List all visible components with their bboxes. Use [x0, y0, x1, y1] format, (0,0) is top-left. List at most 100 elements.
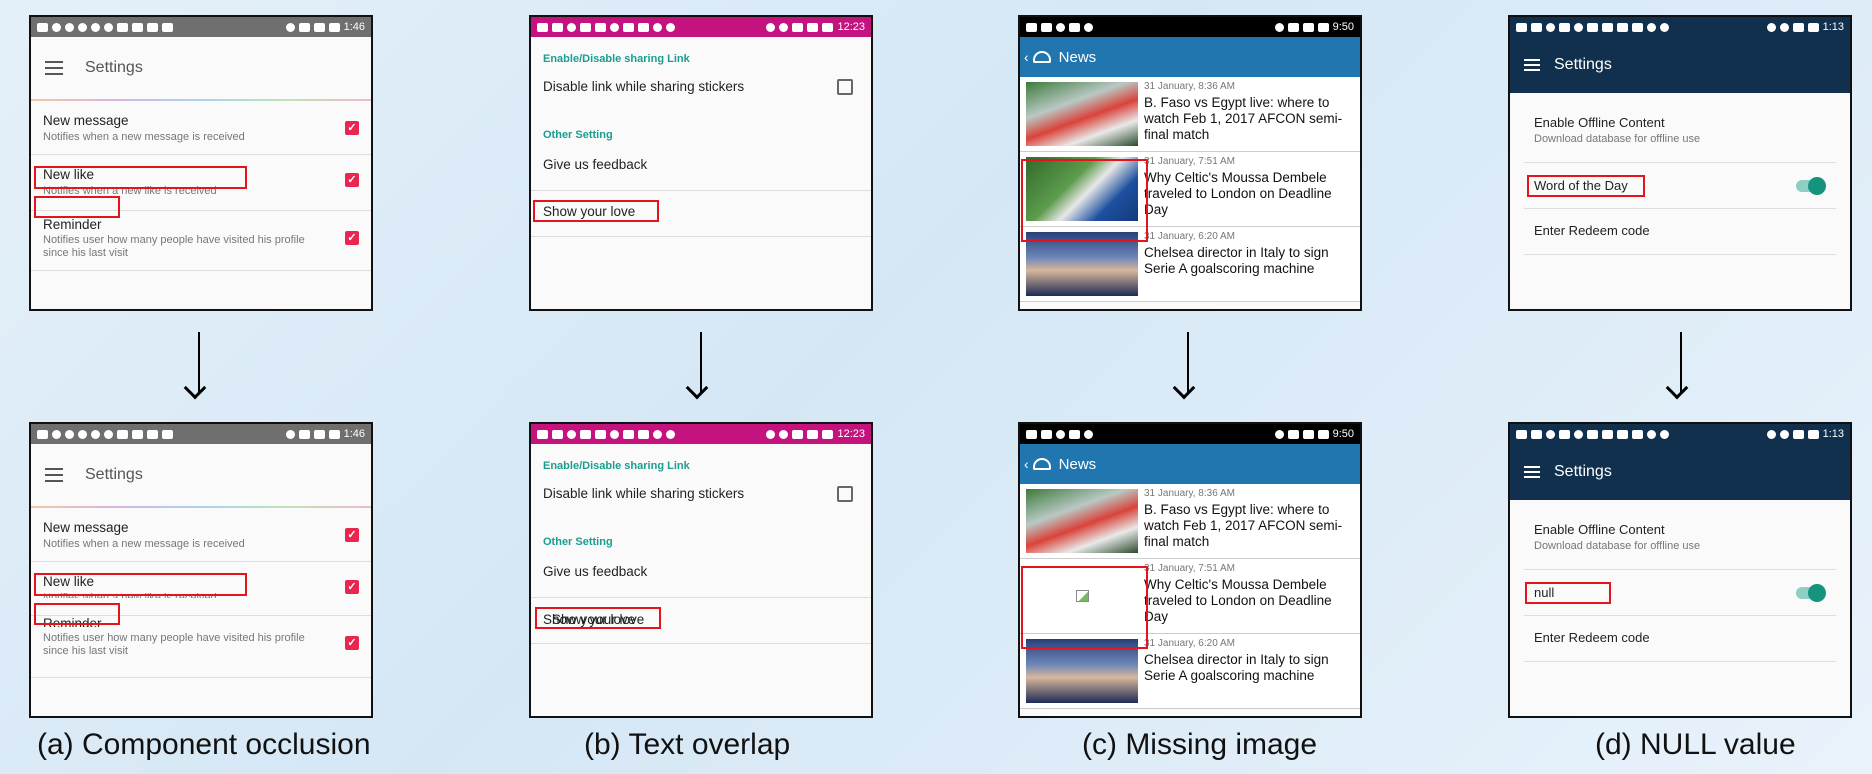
down-arrow-icon [1187, 332, 1189, 394]
setting-title: Give us feedback [543, 564, 648, 579]
screenshot-b-original: 12:23 Enable/Disable sharing Link Disabl… [529, 15, 873, 311]
setting-offline-content[interactable]: Enable Offline Content Download database… [1524, 103, 1836, 163]
down-arrow-icon [1680, 332, 1682, 394]
status-bar: 1:13 [1510, 424, 1850, 444]
page-title: Settings [85, 466, 143, 483]
screenshot-c-faulty: 9:50 ‹ News 31 January, 8:36 AM B. Faso … [1018, 422, 1362, 718]
setting-title: Disable link while sharing stickers [543, 486, 745, 501]
highlight-box [34, 573, 247, 596]
toolbar: Settings [31, 444, 371, 508]
caption-a: (a) Component occlusion [37, 728, 371, 761]
setting-feedback[interactable]: Give us feedback [531, 552, 871, 598]
menu-icon[interactable] [1524, 466, 1540, 478]
highlight-box [34, 196, 120, 218]
news-headline: Why Celtic's Moussa Dembele traveled to … [1144, 170, 1332, 217]
setting-disable-link[interactable]: Disable link while sharing stickers [531, 69, 871, 109]
news-logo-icon [1032, 51, 1051, 63]
screenshot-d-original: 1:13 Settings Enable Offline Content Dow… [1508, 15, 1852, 311]
setting-title: Enter Redeem code [1534, 223, 1650, 238]
toolbar: Settings [1510, 444, 1850, 500]
news-headline: B. Faso vs Egypt live: where to watch Fe… [1144, 95, 1343, 142]
highlight-box [1527, 175, 1645, 197]
news-date: 31 January, 8:36 AM [1144, 488, 1235, 499]
news-date: 31 January, 8:36 AM [1144, 81, 1235, 92]
setting-title: Enable Offline Content [1534, 522, 1665, 537]
news-date: 31 January, 7:51 AM [1144, 563, 1235, 574]
setting-reminder[interactable]: Reminder Notifies user how many people h… [31, 616, 371, 678]
screenshot-a-faulty: 1:46 Settings New message Notifies when … [29, 422, 373, 718]
toolbar: Settings [31, 37, 371, 101]
page-title: News [1058, 48, 1097, 66]
menu-icon[interactable] [1524, 59, 1540, 71]
toolbar: ‹ News [1020, 444, 1360, 484]
news-item[interactable]: 31 January, 8:36 AM B. Faso vs Egypt liv… [1020, 484, 1360, 559]
status-time: 9:50 [1332, 428, 1354, 440]
news-item[interactable]: 31 January, 8:36 AM B. Faso vs Egypt liv… [1020, 77, 1360, 152]
setting-title: Disable link while sharing stickers [543, 79, 745, 94]
news-headline: Chelsea director in Italy to sign Serie … [1144, 245, 1329, 276]
toggle-switch-on[interactable] [1796, 584, 1826, 602]
setting-title: Reminder [43, 217, 102, 232]
news-headline: Why Celtic's Moussa Dembele traveled to … [1144, 577, 1332, 624]
back-arrow-icon[interactable]: ‹ [1024, 49, 1029, 65]
category-sharing: Enable/Disable sharing Link [543, 53, 690, 65]
setting-feedback[interactable]: Give us feedback [531, 145, 871, 191]
setting-redeem-code[interactable]: Enter Redeem code [1524, 616, 1836, 662]
setting-title: Give us feedback [543, 157, 648, 172]
status-bar: 12:23 [531, 424, 871, 444]
setting-offline-content[interactable]: Enable Offline Content Download database… [1524, 510, 1836, 570]
setting-summary: Download database for offline use [1534, 540, 1701, 552]
highlight-box [34, 603, 120, 625]
status-bar: 9:50 [1020, 424, 1360, 444]
status-bar: 1:13 [1510, 17, 1850, 37]
setting-new-message[interactable]: New message Notifies when a new message … [31, 101, 371, 155]
setting-new-message[interactable]: New message Notifies when a new message … [31, 508, 371, 562]
screenshot-d-faulty: 1:13 Settings Enable Offline Content Dow… [1508, 422, 1852, 718]
toolbar: Settings [1510, 37, 1850, 93]
news-headline: B. Faso vs Egypt live: where to watch Fe… [1144, 502, 1343, 549]
setting-summary: Download database for offline use [1534, 133, 1701, 145]
menu-icon[interactable] [45, 468, 63, 482]
page-title: Settings [1554, 463, 1612, 480]
toolbar: ‹ News [1020, 37, 1360, 77]
news-thumbnail [1026, 82, 1138, 146]
down-arrow-icon [700, 332, 702, 394]
status-time: 1:46 [343, 21, 365, 33]
checkbox-checked[interactable]: ✓ [345, 121, 359, 135]
setting-disable-link[interactable]: Disable link while sharing stickers [531, 476, 871, 516]
setting-title: Enter Redeem code [1534, 630, 1650, 645]
checkbox-checked[interactable]: ✓ [345, 580, 359, 594]
checkbox-unchecked[interactable] [837, 486, 853, 502]
setting-summary: Notifies when a new message is received [43, 131, 245, 143]
page-title: Settings [85, 59, 143, 76]
setting-redeem-code[interactable]: Enter Redeem code [1524, 209, 1836, 255]
highlight-box [535, 607, 661, 629]
back-arrow-icon[interactable]: ‹ [1024, 456, 1029, 472]
category-sharing: Enable/Disable sharing Link [543, 460, 690, 472]
checkbox-checked[interactable]: ✓ [345, 636, 359, 650]
screenshot-a-original: 1:46 Settings New message Notifies when … [29, 15, 373, 311]
menu-icon[interactable] [45, 61, 63, 75]
status-bar: 1:46 [31, 17, 371, 37]
setting-title: Enable Offline Content [1534, 115, 1665, 130]
status-bar: 1:46 [31, 424, 371, 444]
checkbox-checked[interactable]: ✓ [345, 528, 359, 542]
news-logo-icon [1032, 458, 1051, 470]
status-time: 1:13 [1822, 21, 1844, 33]
toggle-switch-on[interactable] [1796, 177, 1826, 195]
down-arrow-icon [198, 332, 200, 394]
caption-c: (c) Missing image [1082, 728, 1318, 761]
status-time: 9:50 [1332, 21, 1354, 33]
highlight-box [1021, 566, 1148, 649]
setting-reminder[interactable]: Reminder Notifies user how many people h… [31, 211, 371, 271]
status-time: 1:13 [1822, 428, 1844, 440]
checkbox-checked[interactable]: ✓ [345, 173, 359, 187]
checkbox-checked[interactable]: ✓ [345, 231, 359, 245]
screenshot-c-original: 9:50 ‹ News 31 January, 8:36 AM B. Faso … [1018, 15, 1362, 311]
news-date: 31 January, 6:20 AM [1144, 231, 1235, 242]
news-headline: Chelsea director in Italy to sign Serie … [1144, 652, 1329, 683]
status-bar: 9:50 [1020, 17, 1360, 37]
checkbox-unchecked[interactable] [837, 79, 853, 95]
screenshot-b-faulty: 12:23 Enable/Disable sharing Link Disabl… [529, 422, 873, 718]
caption-d: (d) NULL value [1595, 728, 1796, 761]
